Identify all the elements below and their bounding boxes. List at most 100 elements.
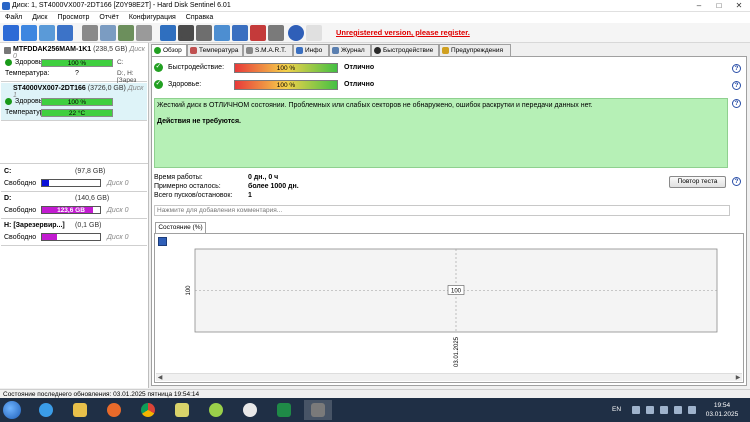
test-icon[interactable] xyxy=(100,25,116,41)
performance-bar: 100 % xyxy=(234,63,338,73)
surface-test-icon[interactable] xyxy=(118,25,134,41)
volume-d[interactable]: D: (140,6 GB) Свободно 123,6 GB Диск 0 xyxy=(1,193,147,219)
title-bar: Диск: 1, ST4000VX007-2DT166 [Z0Y98E2T] -… xyxy=(0,0,750,12)
health-result: Отлично xyxy=(344,81,375,88)
ie-taskbar-icon[interactable] xyxy=(32,400,60,420)
tab-info[interactable]: Инфо xyxy=(293,44,329,56)
disk-icon[interactable] xyxy=(39,25,55,41)
close-button[interactable]: ✕ xyxy=(730,0,748,12)
health-value: 100 % xyxy=(67,60,87,67)
status-bar: Состояние последнего обновления: 03.01.2… xyxy=(0,389,750,398)
copy-icon[interactable] xyxy=(214,25,230,41)
unregistered-link[interactable]: Unregistered version, please register. xyxy=(336,28,470,37)
menu-report[interactable]: Отчёт xyxy=(94,12,123,23)
disk-capacity: (238,5 GB) xyxy=(93,46,128,53)
performance-row: Быстродействие: 100 % Отлично xyxy=(154,62,744,74)
clock[interactable]: 19:54 03.01.2025 xyxy=(700,401,744,419)
volume-size: (140,6 GB) xyxy=(75,195,110,202)
ok-check-icon xyxy=(154,62,163,72)
help-icon[interactable]: ? xyxy=(732,64,741,73)
disk-entry-0[interactable]: MTFDDAK256MAM-1K1 (238,5 GB) Диск 0 Здор… xyxy=(1,44,147,84)
tab-smart[interactable]: S.M.A.R.T. xyxy=(243,44,293,56)
chrome-taskbar-icon[interactable] xyxy=(134,400,162,420)
print-icon[interactable] xyxy=(196,25,212,41)
chart-icon[interactable] xyxy=(268,25,284,41)
help-icon[interactable]: ? xyxy=(732,177,741,186)
drive-icon[interactable] xyxy=(178,25,194,41)
tab-alerts[interactable]: Предупреждения xyxy=(439,44,511,56)
free-space-bar: 11,7 GB xyxy=(41,179,101,187)
volume-c[interactable]: C: (97,8 GB) Свободно 11,7 GB Диск 0 xyxy=(1,166,147,192)
status-message-box: Жесткий диск в ОТЛИЧНОМ состоянии. Пробл… xyxy=(154,98,728,168)
data-point-label: 100 xyxy=(451,289,462,295)
menu-disk[interactable]: Диск xyxy=(27,12,52,23)
health-ok-icon xyxy=(5,98,12,105)
disk-entry-1[interactable]: ST4000VX007-2DT166 (3726,0 GB) Диск 1 Зд… xyxy=(1,83,147,121)
tab-state[interactable]: Состояние (%) xyxy=(155,222,206,233)
app2-taskbar-icon[interactable] xyxy=(202,400,230,420)
app-taskbar-icon[interactable] xyxy=(168,400,196,420)
menu-config[interactable]: Конфигурация xyxy=(124,12,181,23)
send-icon[interactable] xyxy=(232,25,248,41)
tab-label: Предупреждения xyxy=(451,47,503,54)
free-label: Свободно xyxy=(4,180,37,187)
retest-button[interactable]: Повтор теста xyxy=(669,176,726,188)
chart-scrollbar[interactable]: ◀ ▶ xyxy=(156,373,742,381)
help-icon[interactable] xyxy=(288,25,304,41)
help-icon[interactable]: ? xyxy=(732,81,741,90)
starts-value: 1 xyxy=(248,192,252,199)
tray-arrow-icon[interactable] xyxy=(632,406,640,414)
settings-icon[interactable] xyxy=(136,25,152,41)
tray-volume-icon[interactable] xyxy=(674,406,682,414)
language-indicator[interactable]: EN xyxy=(612,406,621,413)
tray-network-icon[interactable] xyxy=(660,406,668,414)
uptime-value: 0 дн., 0 ч xyxy=(248,174,279,181)
backup-icon[interactable] xyxy=(160,25,176,41)
tab-label: Инфо xyxy=(305,47,323,54)
comment-input[interactable]: Нажмите для добавления комментария... xyxy=(154,205,730,216)
volume-disk: Диск 0 xyxy=(107,207,129,214)
performance-value: 100 % xyxy=(276,65,296,72)
volume-h[interactable]: H: [Зарезервир...] (0,1 GB) Свободно 0,1… xyxy=(1,220,147,246)
explorer-taskbar-icon[interactable] xyxy=(66,400,94,420)
window-title: Диск: 1, ST4000VX007-2DT166 [Z0Y98E2T] -… xyxy=(12,2,231,9)
update-icon[interactable] xyxy=(21,25,37,41)
start-button[interactable] xyxy=(3,401,21,419)
tray-flag-icon[interactable] xyxy=(646,406,654,414)
menu-view[interactable]: Просмотр xyxy=(52,12,94,23)
help-icon[interactable]: ? xyxy=(732,99,741,108)
info-icon[interactable] xyxy=(306,25,322,41)
status-message: Жесткий диск в ОТЛИЧНОМ состоянии. Пробл… xyxy=(157,102,593,109)
maximize-button[interactable]: □ xyxy=(710,0,728,12)
health-label: Здоровье: xyxy=(168,81,202,88)
scroll-right-icon[interactable]: ▶ xyxy=(734,374,742,382)
yandex-taskbar-icon[interactable] xyxy=(236,400,264,420)
scroll-left-icon[interactable]: ◀ xyxy=(156,374,164,382)
tab-performance[interactable]: Быстродействие xyxy=(371,44,439,56)
tray-disk-icon[interactable] xyxy=(688,406,696,414)
report-icon[interactable] xyxy=(250,25,266,41)
menu-file[interactable]: Файл xyxy=(0,12,27,23)
tab-temperature[interactable]: Температура xyxy=(187,44,243,56)
media-taskbar-icon[interactable] xyxy=(100,400,128,420)
free-space-value: 123,6 GB xyxy=(57,207,85,214)
health-ok-icon xyxy=(5,59,12,66)
performance-result: Отлично xyxy=(344,64,375,71)
tab-log[interactable]: Журнал xyxy=(329,44,371,56)
free-label: Свободно xyxy=(4,234,37,241)
tools-icon[interactable] xyxy=(82,25,98,41)
menu-help[interactable]: Справка xyxy=(181,12,218,23)
hdd-icon xyxy=(4,47,11,54)
tab-label: Обзор xyxy=(163,47,182,54)
free-space-bar: 123,6 GB xyxy=(41,206,101,214)
hds-taskbar-icon[interactable] xyxy=(304,400,332,420)
free-label: Свободно xyxy=(4,207,37,214)
taskbar: EN 19:54 03.01.2025 xyxy=(0,398,750,422)
disk-volumes: C: xyxy=(117,59,124,66)
volume-disk: Диск 0 xyxy=(107,180,129,187)
monitor-icon[interactable] xyxy=(57,25,73,41)
tab-label: S.M.A.R.T. xyxy=(255,47,287,54)
minimize-button[interactable]: – xyxy=(690,0,708,12)
refresh-icon[interactable] xyxy=(3,25,19,41)
excel-taskbar-icon[interactable] xyxy=(270,400,298,420)
